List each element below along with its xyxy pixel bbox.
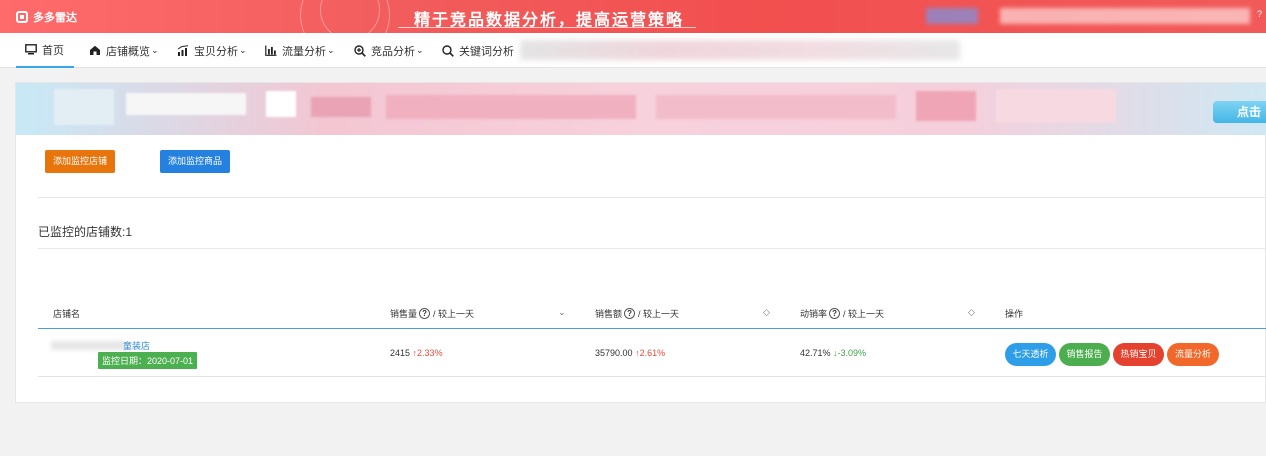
nav-item-home[interactable]: 首页 bbox=[16, 33, 74, 68]
nav-label: 店铺概览 bbox=[106, 45, 150, 58]
col-header-sales[interactable]: 销售量 ? / 较上一天 bbox=[390, 307, 474, 320]
rate-cell: 42.71% ↓-3.09% bbox=[800, 348, 866, 358]
account-info-blurred bbox=[1000, 8, 1250, 24]
sort-icon[interactable]: ◇ bbox=[968, 307, 975, 318]
chevron-down-icon: ⌄ bbox=[151, 45, 159, 55]
chevron-down-icon: ⌄ bbox=[327, 45, 335, 55]
brand-name: 多多雷达 bbox=[33, 12, 77, 24]
logo-icon bbox=[16, 11, 28, 23]
chart-trend-icon bbox=[177, 45, 189, 56]
help-icon[interactable]: ? bbox=[1257, 9, 1262, 19]
col-header-ops: 操作 bbox=[1005, 307, 1023, 320]
main-nav: 首页 店铺概览 ⌄ 宝贝分析 ⌄ 流量分析 ⌄ 竞品分析 ⌄ 关键词分析 bbox=[0, 33, 1266, 68]
nav-item-keyword-analysis[interactable]: 关键词分析 bbox=[442, 33, 514, 68]
chevron-down-icon: ⌄ bbox=[239, 45, 247, 55]
search-icon bbox=[442, 44, 454, 57]
chevron-down-icon: ⌄ bbox=[416, 45, 424, 55]
amount-cell: 35790.00 ↑2.61% bbox=[595, 348, 665, 358]
seven-day-analysis-button[interactable]: 七天透析 bbox=[1005, 343, 1056, 366]
sales-change: ↑2.33% bbox=[412, 348, 443, 358]
nav-label: 宝贝分析 bbox=[194, 45, 238, 58]
add-product-button[interactable]: 添加监控商品 bbox=[160, 150, 230, 173]
nav-item-traffic-analysis[interactable]: 流量分析 ⌄ bbox=[265, 33, 335, 68]
main-panel: 点击 添加监控店铺 添加监控商品 已监控的店铺数:1 店铺名 销售量 ? / 较… bbox=[15, 82, 1266, 403]
add-store-button[interactable]: 添加监控店铺 bbox=[45, 150, 115, 173]
divider bbox=[38, 248, 1266, 249]
banner-pixel-block bbox=[656, 95, 896, 119]
monitor-date-badge: 监控日期：2020-07-01 bbox=[98, 352, 198, 369]
nav-item-product-analysis[interactable]: 宝贝分析 ⌄ bbox=[177, 33, 247, 68]
header-compare-label: / 较上一天 bbox=[843, 309, 885, 319]
user-info-blurred bbox=[926, 8, 978, 24]
table-header-divider bbox=[38, 328, 1266, 329]
banner-pixel-block bbox=[311, 97, 371, 117]
col-header-amount[interactable]: 销售额 ? / 较上一天 bbox=[595, 307, 679, 320]
top-banner: 多多雷达 精于竞品数据分析，提高运营策略 ? bbox=[0, 0, 1266, 33]
banner-pixel-block bbox=[996, 89, 1116, 123]
sort-icon[interactable]: ◇ bbox=[763, 307, 770, 318]
banner-pixel-block bbox=[126, 93, 246, 115]
question-icon[interactable]: ? bbox=[419, 308, 431, 319]
traffic-analysis-button[interactable]: 流量分析 bbox=[1167, 343, 1219, 366]
monitor-icon bbox=[25, 44, 37, 55]
slogan-underline bbox=[398, 27, 696, 28]
nav-item-store-overview[interactable]: 店铺概览 ⌄ bbox=[89, 33, 159, 68]
table-row-divider bbox=[38, 376, 1266, 377]
monitored-store-count: 已监控的店铺数:1 bbox=[38, 225, 133, 239]
col-header-store: 店铺名 bbox=[53, 307, 80, 320]
col-header-rate[interactable]: 动销率 ? / 较上一天 bbox=[800, 307, 884, 320]
question-icon[interactable]: ? bbox=[829, 308, 841, 319]
header-label: 操作 bbox=[1005, 309, 1024, 319]
sort-icon[interactable]: ⌄ bbox=[558, 307, 566, 318]
sales-cell: 2415 ↑2.33% bbox=[390, 348, 443, 358]
hot-products-button[interactable]: 热销宝贝 bbox=[1113, 343, 1164, 366]
header-label: 销售量 bbox=[390, 309, 418, 319]
header-compare-label: / 较上一天 bbox=[638, 309, 680, 319]
decor-circle bbox=[320, 0, 380, 33]
nav-label: 首页 bbox=[42, 44, 64, 57]
shop-icon bbox=[89, 45, 101, 56]
header-label: 动销率 bbox=[800, 309, 828, 319]
banner-pixel-block bbox=[916, 91, 976, 121]
sales-value: 2415 bbox=[390, 348, 411, 358]
banner-cta-button[interactable]: 点击 bbox=[1213, 101, 1266, 123]
brand-logo[interactable]: 多多雷达 bbox=[16, 9, 77, 25]
nav-blurred-region bbox=[520, 40, 960, 60]
zoom-plus-icon bbox=[354, 44, 366, 57]
promo-banner[interactable]: 点击 bbox=[16, 83, 1266, 135]
banner-pixel-block bbox=[54, 89, 114, 125]
header-label: 销售额 bbox=[595, 309, 623, 319]
nav-item-competitor-analysis[interactable]: 竞品分析 ⌄ bbox=[354, 33, 424, 68]
nav-label: 流量分析 bbox=[282, 45, 326, 58]
sales-report-button[interactable]: 销售报告 bbox=[1059, 343, 1110, 366]
nav-label: 竞品分析 bbox=[371, 45, 415, 58]
bar-chart-icon bbox=[265, 45, 277, 56]
divider bbox=[38, 197, 1266, 198]
store-name-blurred bbox=[51, 341, 126, 350]
amount-change: ↑2.61% bbox=[635, 348, 666, 358]
amount-value: 35790.00 bbox=[595, 348, 633, 358]
banner-pixel-block bbox=[266, 91, 296, 117]
banner-pixel-block bbox=[386, 95, 636, 119]
rate-change: ↓-3.09% bbox=[833, 348, 867, 358]
header-compare-label: / 较上一天 bbox=[433, 309, 475, 319]
header-label: 店铺名 bbox=[53, 309, 81, 319]
question-icon[interactable]: ? bbox=[624, 308, 636, 319]
rate-value: 42.71% bbox=[800, 348, 831, 358]
store-name-link[interactable]: 童装店 bbox=[123, 339, 150, 352]
nav-label: 关键词分析 bbox=[459, 45, 514, 58]
